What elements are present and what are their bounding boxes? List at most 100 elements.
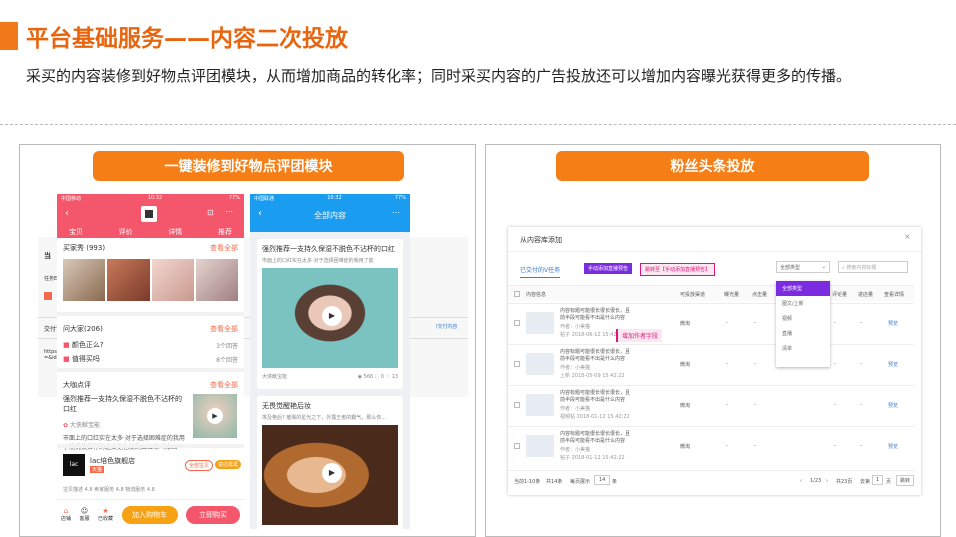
table-row[interactable]: 内容标题可能很长很长很长，且前半段可能看不出是什么内容作者：小美猫视频帖 201…: [508, 385, 914, 425]
row-checkbox[interactable]: [514, 361, 520, 367]
visit-cell: -: [860, 402, 862, 408]
next-page-icon[interactable]: ›: [826, 478, 828, 484]
tmall-badge: 天猫: [90, 466, 105, 473]
table-row[interactable]: 内容标题可能很长很长很长，且前半段可能看不出是什么内容作者：小美猫帖子 2018…: [508, 426, 914, 466]
preview-link[interactable]: 预览: [888, 361, 898, 368]
left-panel: 一键装修到好物点评团模块 当 任务E 交付详 https://t =&id l交…: [19, 144, 476, 537]
more-icon[interactable]: ⋯: [225, 207, 233, 216]
click-cell: -: [754, 443, 756, 449]
content-thumbnail: [526, 312, 554, 334]
ask-question[interactable]: 颜色正么?: [72, 341, 104, 349]
shop-scores: 宝贝描述 4.8 卖家服务 4.8 物流服务 4.8: [63, 487, 155, 493]
content-date: 视频帖 2018-01-12 15:42:22: [560, 414, 630, 420]
review-title: 大咖点评: [63, 381, 91, 389]
close-icon[interactable]: ×: [904, 232, 911, 241]
per-page-select[interactable]: 14: [594, 475, 611, 485]
chevron-down-icon: ⌄: [821, 264, 826, 270]
prev-page-icon[interactable]: ‹: [800, 478, 802, 484]
goto-input[interactable]: 1: [872, 475, 884, 485]
cart-icon[interactable]: ⊡: [207, 208, 214, 217]
service-nav-button[interactable]: ☺ 客服: [80, 507, 90, 522]
phone1-header: 中国移动 10:32 77% ‹ ⊡ ⋯ 宝贝 评价 详情 推荐: [57, 194, 244, 238]
search-input[interactable]: ⌕ 搜索内容标题: [838, 261, 908, 273]
card-desc: 埃及艳后? 璀璨的星光之下，外露王者的霸气，那么你...: [262, 415, 387, 421]
tab-item[interactable]: 宝贝: [69, 227, 83, 237]
shop-nav-button[interactable]: ⌂ 店铺: [61, 507, 71, 522]
unit-label: 条: [612, 479, 618, 485]
card-video-thumb[interactable]: ▶: [262, 425, 398, 525]
card-video-thumb[interactable]: ▶: [262, 268, 398, 368]
buyer-photo[interactable]: [107, 259, 150, 301]
buyer-photo[interactable]: [63, 259, 106, 301]
dropdown-option[interactable]: 全部类型: [776, 281, 830, 296]
tab-delivered-tasks[interactable]: 已交付的V任务: [520, 265, 561, 278]
shop-logo-icon: [141, 206, 157, 222]
dropdown-option[interactable]: 视频: [776, 311, 830, 326]
table-row[interactable]: 内容标题可能很长很长很长，且前半段可能看不出是什么内容 作者：小美猫 上新 2018…: [508, 344, 914, 384]
review-headline[interactable]: 强烈推荐一支持久保湿不脱色不沾杯的口红: [63, 394, 188, 414]
jump-button[interactable]: 跳转: [896, 475, 914, 486]
more-icon[interactable]: ⋯: [392, 208, 400, 217]
row-checkbox[interactable]: [514, 443, 520, 449]
table-header: 内容信息 可投放渠道 曝光量 点击量 评论量 进店量 查看详情: [508, 285, 914, 301]
buyer-photo[interactable]: [151, 259, 194, 301]
ask-question[interactable]: 值得买吗: [72, 355, 100, 363]
column-header: 曝光量: [724, 292, 740, 298]
content-date: 上新 2018-05-09 15:42:22: [560, 373, 625, 379]
dropdown-option[interactable]: 图文/上新: [776, 296, 830, 311]
row-checkbox[interactable]: [514, 320, 520, 326]
like-icon: ♡: [385, 373, 391, 380]
preview-link[interactable]: 预览: [888, 443, 898, 450]
content-card[interactable]: 强烈推荐一支持久保湿不脱色不沾杯的口红 市面上的口红实在太多·对于选择困难症的我…: [257, 239, 403, 389]
enter-shop-button[interactable]: 进店逛逛: [215, 460, 242, 469]
content-author: 作者：小美猫: [560, 324, 591, 330]
preview-link[interactable]: 预览: [888, 402, 898, 409]
add-live-preview-button[interactable]: 手动添加直播预告: [584, 263, 633, 274]
all-items-button[interactable]: 全部宝贝: [185, 460, 214, 471]
buy-now-button[interactable]: 立即购买: [185, 505, 240, 524]
search-icon: ⌕: [842, 265, 845, 271]
dropdown-option[interactable]: 清单: [776, 341, 830, 356]
comment-cell: -: [834, 402, 836, 408]
ask-see-all[interactable]: 查看全部: [210, 324, 238, 334]
background-label: 当: [44, 252, 51, 260]
add-to-cart-button[interactable]: 加入购物车: [121, 505, 178, 524]
buyer-show-see-all[interactable]: 查看全部: [210, 243, 238, 253]
visit-cell: -: [860, 443, 862, 449]
select-all-checkbox[interactable]: [514, 291, 520, 297]
table-row[interactable]: 内容标题可能很长很长很长，且前半段可能看不出是什么内容 作者：小美猫 帖子 2018…: [508, 303, 914, 343]
tab-review[interactable]: 评价: [119, 227, 133, 237]
content-author: 作者：小美猫: [560, 447, 591, 453]
bottom-action-bar: ⌂ 店铺 ☺ 客服 ★ 已收藏 加入购物车 立即购买: [57, 499, 244, 529]
content-title[interactable]: 内容标题可能很长很长很长，且前半段可能看不出是什么内容: [560, 308, 632, 322]
background-tag: l交付内容: [436, 324, 458, 330]
review-see-all[interactable]: 查看全部: [210, 380, 238, 390]
buyer-photo[interactable]: [195, 259, 238, 301]
row-checkbox[interactable]: [514, 402, 520, 408]
exposure-cell: -: [726, 402, 728, 408]
content-date: 帖子 2018-01-12 15:42:22: [560, 455, 625, 461]
content-card[interactable]: 无畏觉醒艳后妆 埃及艳后? 璀璨的星光之下，外露王者的霸气，那么你... ▶: [257, 396, 403, 529]
status-bar: 中国联通 10:32 77%: [254, 195, 406, 202]
ask-title: 问大家(206): [63, 325, 103, 333]
dropdown-option[interactable]: 直播: [776, 326, 830, 341]
content-title[interactable]: 内容标题可能很长很长很长，且前半段可能看不出是什么内容: [560, 390, 632, 404]
preview-link[interactable]: 预览: [888, 320, 898, 327]
chat-icon: ☺: [80, 507, 89, 515]
tab-detail[interactable]: 详情: [168, 227, 182, 237]
page-label: 页: [886, 479, 892, 485]
content-title[interactable]: 内容标题可能很长很长很长，且前半段可能看不出是什么内容: [560, 431, 632, 445]
type-select[interactable]: 全部类型 ⌄: [776, 261, 830, 273]
buyer-show-photos: [63, 259, 238, 301]
column-header: 内容信息: [526, 292, 547, 298]
content-title[interactable]: 内容标题可能很长很长很长，且前半段可能看不出是什么内容: [560, 349, 632, 363]
visit-cell: -: [860, 320, 862, 326]
back-icon[interactable]: ‹: [65, 208, 69, 219]
content-author: 作者：小美猫: [560, 406, 591, 412]
shop-logo[interactable]: lac: [63, 454, 85, 476]
jump-link-button[interactable]: 跳转至【手动添加直播预告】: [640, 263, 716, 276]
shop-name[interactable]: lac培色旗舰店: [90, 456, 135, 466]
tab-recommend[interactable]: 推荐: [218, 227, 232, 237]
favorite-nav-button[interactable]: ★ 已收藏: [98, 507, 113, 522]
review-video-thumb[interactable]: ▶: [193, 394, 237, 438]
